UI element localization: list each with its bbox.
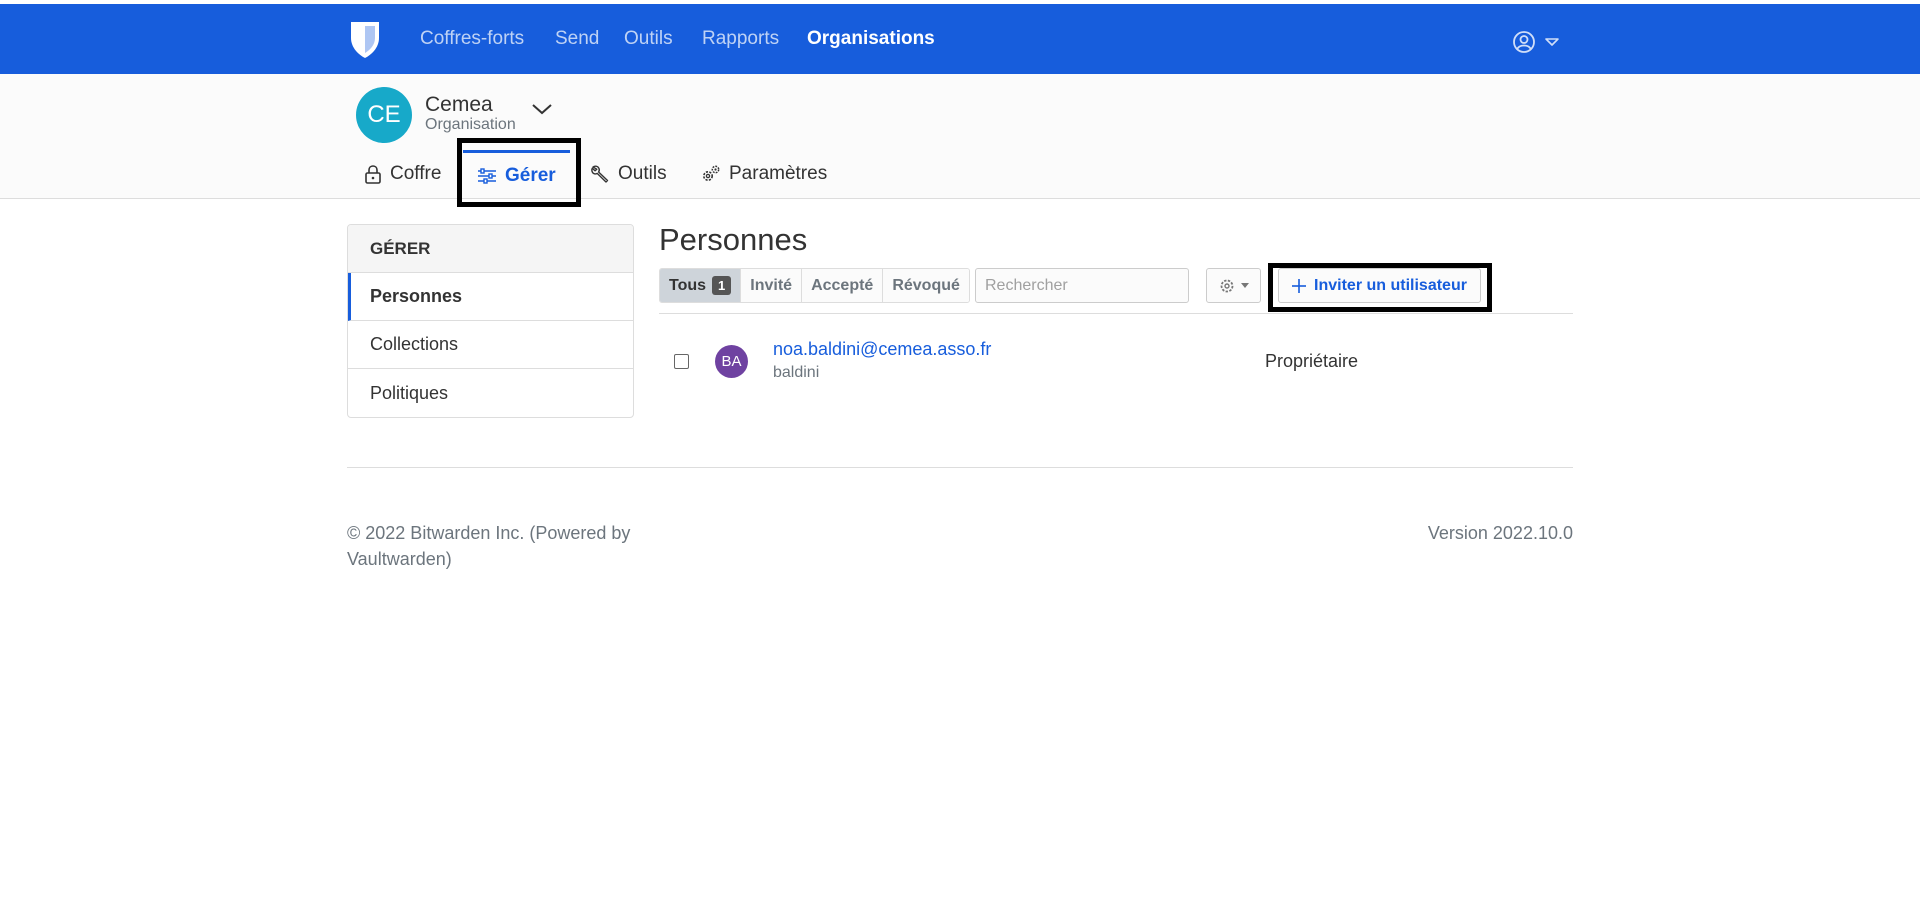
- org-header: CE Cemea Organisation Coffre Gérer Outil…: [0, 74, 1920, 199]
- app-frame: Coffres-forts Send Outils Rapports Organ…: [0, 0, 1920, 923]
- footer-divider: [347, 467, 1573, 468]
- org-subtitle: Organisation: [425, 116, 516, 133]
- nav-link-outils[interactable]: Outils: [624, 28, 673, 50]
- member-name: baldini: [773, 364, 820, 381]
- footer-copyright: © 2022 Bitwarden Inc. (Powered by Vaultw…: [347, 523, 631, 569]
- sidebar-item-politiques[interactable]: Politiques: [348, 369, 633, 417]
- plus-icon: [1292, 278, 1307, 293]
- nav-link-organisations[interactable]: Organisations: [807, 28, 935, 50]
- tab-coffre[interactable]: Coffre: [364, 150, 441, 198]
- tab-gerer-label: Gérer: [505, 164, 556, 186]
- search-input[interactable]: [975, 268, 1189, 303]
- top-navbar: Coffres-forts Send Outils Rapports Organ…: [0, 4, 1920, 74]
- sidebar-heading: GÉRER: [348, 225, 633, 273]
- status-filter-group: Tous 1 Invité Accepté Révoqué: [659, 268, 970, 303]
- filter-accepte-button[interactable]: Accepté: [802, 269, 884, 302]
- filter-tous-label: Tous: [669, 276, 707, 294]
- org-name: Cemea: [425, 93, 493, 116]
- bulk-actions-dropdown[interactable]: [1206, 268, 1261, 303]
- tab-outils-label: Outils: [618, 163, 667, 184]
- user-circle-icon: [1513, 31, 1559, 53]
- user-menu-button[interactable]: [1512, 30, 1564, 54]
- lock-icon: [365, 165, 381, 184]
- list-divider: [659, 313, 1573, 314]
- filter-tous-count-badge: 1: [712, 276, 732, 295]
- tab-gerer[interactable]: Gérer: [463, 150, 570, 198]
- tab-parametres[interactable]: Paramètres: [701, 150, 827, 198]
- tab-parametres-label: Paramètres: [729, 163, 828, 184]
- nav-link-rapports[interactable]: Rapports: [702, 28, 779, 50]
- nav-link-send[interactable]: Send: [555, 28, 599, 50]
- footer-version: Version 2022.10.0: [1427, 523, 1573, 543]
- member-role: Propriétaire: [1265, 351, 1359, 371]
- invite-user-button[interactable]: Inviter un utilisateur: [1278, 268, 1481, 303]
- manage-sidebar: GÉRER Personnes Collections Politiques: [347, 224, 634, 418]
- tab-outils[interactable]: Outils: [590, 150, 667, 198]
- filter-invite-button[interactable]: Invité: [741, 269, 803, 302]
- filter-revoque-button[interactable]: Révoqué: [883, 269, 969, 302]
- wrench-icon: [591, 165, 609, 183]
- org-avatar: CE: [356, 87, 412, 143]
- gear-icon: [1220, 279, 1233, 292]
- sliders-icon: [478, 167, 496, 184]
- caret-down-icon: [1240, 282, 1249, 288]
- invite-user-label: Inviter un utilisateur: [1314, 276, 1467, 294]
- filter-tous-button[interactable]: Tous 1: [660, 269, 742, 302]
- sidebar-item-collections[interactable]: Collections: [348, 321, 633, 369]
- nav-link-coffres-forts[interactable]: Coffres-forts: [420, 28, 524, 50]
- avatar: BA: [715, 345, 748, 378]
- row-checkbox[interactable]: [674, 354, 689, 369]
- chevron-down-icon[interactable]: [530, 100, 554, 118]
- page-title: Personnes: [659, 222, 808, 257]
- tab-coffre-label: Coffre: [390, 163, 442, 184]
- member-email-link[interactable]: noa.baldini@cemea.asso.fr: [773, 339, 991, 360]
- sidebar-item-personnes[interactable]: Personnes: [348, 273, 633, 321]
- cogs-icon: [703, 165, 720, 181]
- bitwarden-shield-icon[interactable]: [349, 20, 381, 60]
